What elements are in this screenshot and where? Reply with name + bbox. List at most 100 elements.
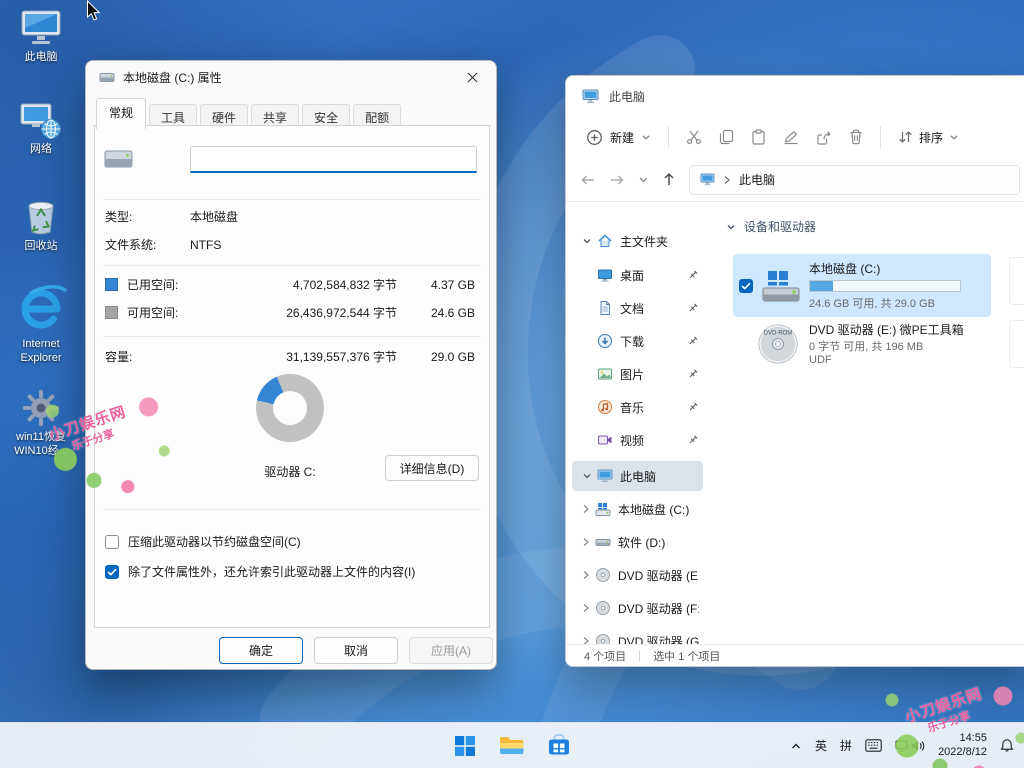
group-header-devices[interactable]: 设备和驱动器 <box>726 218 816 235</box>
delete-icon[interactable] <box>849 129 863 145</box>
explorer-titlebar[interactable]: 此电脑 <box>566 76 1024 116</box>
start-button[interactable] <box>445 726 485 766</box>
chevron-down-icon <box>641 134 651 141</box>
separator <box>639 650 640 662</box>
close-icon <box>467 72 478 83</box>
close-button[interactable] <box>450 62 494 92</box>
dialog-titlebar[interactable]: 本地磁盘 (C:) 属性 <box>86 61 496 93</box>
sidebar-item-drive-c[interactable]: 本地磁盘 (C:) <box>572 494 703 524</box>
item-checkbox[interactable] <box>739 279 753 293</box>
recycle-bin-icon <box>21 194 61 237</box>
used-bytes: 4,702,584,832 字节 <box>190 276 397 293</box>
group-header-label: 设备和驱动器 <box>744 218 816 235</box>
explorer-window: 此电脑 新建 <box>565 75 1024 667</box>
drive-caption: 0 字节 可用, 共 196 MB <box>809 338 964 354</box>
desktop-icon-internet-explorer[interactable]: Internet Explorer <box>2 283 80 366</box>
hidden-icons-chevron-icon[interactable] <box>790 741 802 751</box>
usage-donut-chart <box>256 374 324 442</box>
sort-icon <box>898 130 913 144</box>
drive-item-local-disk-c[interactable]: 本地磁盘 (C:) 24.6 GB 可用, 共 29.0 GB <box>733 254 991 317</box>
clock[interactable]: 14:55 2022/8/12 <box>938 732 987 760</box>
sidebar-item-home[interactable]: 主文件夹 <box>572 226 703 256</box>
plus-circle-icon <box>586 129 603 146</box>
sidebar-label: 此电脑 <box>620 468 656 485</box>
os-drive-icon <box>761 268 801 304</box>
checkbox-checked[interactable] <box>105 565 119 579</box>
checkbox-unchecked[interactable] <box>105 535 119 549</box>
volume-label-input[interactable] <box>190 146 477 173</box>
share-icon[interactable] <box>816 130 832 145</box>
pin-icon <box>687 302 699 314</box>
compress-checkbox-row[interactable]: 压缩此驱动器以节约磁盘空间(C) <box>105 533 301 550</box>
microsoft-store-button[interactable] <box>539 726 579 766</box>
sidebar-item-drive-d[interactable]: 软件 (D:) <box>572 527 703 557</box>
cut-icon[interactable] <box>686 129 702 145</box>
desktop-icon-network[interactable]: 网络 <box>2 100 80 157</box>
breadcrumb-item[interactable]: 此电脑 <box>739 171 775 188</box>
cancel-button[interactable]: 取消 <box>314 637 398 664</box>
desktop-icon-win11-restore[interactable]: win11恢复WIN10经... <box>2 388 80 459</box>
sidebar-item-downloads[interactable]: 下载 <box>572 326 703 356</box>
mouse-cursor <box>86 0 101 22</box>
capacity-bar-fill <box>810 281 833 291</box>
windows-logo-icon <box>454 735 476 757</box>
desktop-icon-label: 此电脑 <box>25 51 58 65</box>
details-button[interactable]: 详细信息(D) <box>385 455 479 481</box>
sidebar-item-this-pc[interactable]: 此电脑 <box>572 461 703 491</box>
pin-icon <box>687 434 699 446</box>
desktop-icon-this-pc[interactable]: 此电脑 <box>2 8 80 65</box>
new-button-label: 新建 <box>610 129 634 146</box>
filesystem-row: 文件系统: NTFS <box>105 236 475 253</box>
desktop-icon-recycle-bin[interactable]: 回收站 <box>2 194 80 254</box>
forward-icon[interactable] <box>609 173 625 187</box>
up-icon[interactable] <box>662 172 676 187</box>
status-item-count: 4 个项目 <box>584 648 626 664</box>
notification-bell-icon[interactable] <box>1000 738 1014 753</box>
document-icon <box>597 300 613 316</box>
file-explorer-button[interactable] <box>492 726 532 766</box>
ok-button[interactable]: 确定 <box>219 637 303 664</box>
sort-button[interactable]: 排序 <box>898 129 959 146</box>
index-checkbox-row[interactable]: 除了文件属性外，还允许索引此驱动器上文件的内容(I) <box>105 563 415 580</box>
explorer-content: 设备和驱动器 本地磁盘 (C:) 24.6 GB 可用, 共 29.0 GB <box>708 202 1024 644</box>
sidebar-item-videos[interactable]: 视频 <box>572 425 703 455</box>
sidebar-item-desktop[interactable]: 桌面 <box>572 260 703 290</box>
tab-general[interactable]: 常规 <box>96 98 146 129</box>
history-chevron-icon[interactable] <box>638 176 649 184</box>
details-button-label: 详细信息(D) <box>400 460 465 477</box>
sort-button-label: 排序 <box>919 129 943 146</box>
sidebar-item-drive-e[interactable]: DVD 驱动器 (E:) <box>572 560 703 590</box>
apply-button[interactable]: 应用(A) <box>409 637 493 664</box>
home-icon <box>597 233 613 249</box>
sidebar-item-drive-f[interactable]: DVD 驱动器 (F:) <box>572 593 703 623</box>
new-button[interactable]: 新建 <box>586 129 651 146</box>
sidebar-item-documents[interactable]: 文档 <box>572 293 703 323</box>
desktop-icon-label: win11恢复WIN10经... <box>3 431 79 459</box>
drive-name: 本地磁盘 (C:) <box>809 260 961 277</box>
language-indicator[interactable]: 英 <box>815 737 827 754</box>
music-icon <box>597 399 613 415</box>
field-value: 本地磁盘 <box>190 208 238 225</box>
network-volume-icons[interactable] <box>895 739 925 753</box>
chevron-right-icon <box>723 175 731 185</box>
free-size: 24.6 GB <box>397 306 475 320</box>
back-icon[interactable] <box>580 173 596 187</box>
rename-icon[interactable] <box>783 130 799 145</box>
drive-name: DVD 驱动器 (E:) 微PE工具箱 <box>809 321 964 338</box>
drive-item-dvd-e[interactable]: DVD-ROM DVD 驱动器 (E:) 微PE工具箱 0 字节 可用, 共 1… <box>733 315 991 372</box>
sidebar-item-pictures[interactable]: 图片 <box>572 359 703 389</box>
touch-keyboard-icon[interactable] <box>865 739 882 752</box>
paste-icon[interactable] <box>751 129 766 145</box>
desktop-icon-label: Internet Explorer <box>3 338 79 366</box>
copy-icon[interactable] <box>719 129 734 145</box>
drive-item-partial[interactable] <box>1009 320 1024 368</box>
separator <box>103 509 481 510</box>
ime-indicator[interactable]: 拼 <box>840 737 852 754</box>
checkbox-label: 压缩此驱动器以节约磁盘空间(C) <box>128 533 301 550</box>
field-label: 文件系统: <box>105 236 190 253</box>
address-breadcrumb[interactable]: 此电脑 <box>689 165 1020 195</box>
sidebar-item-music[interactable]: 音乐 <box>572 392 703 422</box>
gear-icon <box>21 388 61 428</box>
drive-item-partial[interactable] <box>1009 257 1024 305</box>
chevron-down-icon <box>726 222 736 232</box>
